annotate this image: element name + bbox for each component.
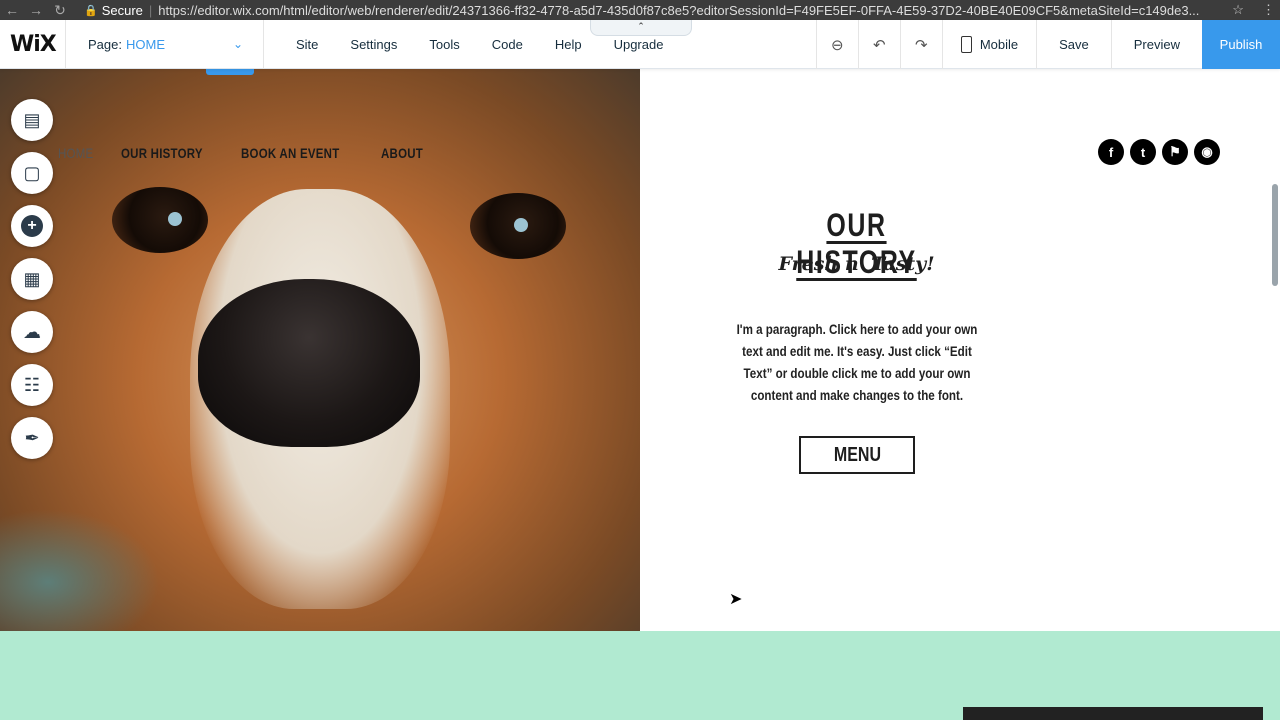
foursquare-icon[interactable]: ⚑: [1162, 139, 1188, 165]
preview-button[interactable]: Preview: [1110, 20, 1202, 69]
phone-icon: [960, 36, 972, 53]
pen-nib-icon: ✒: [24, 427, 40, 448]
add-button[interactable]: +: [11, 205, 53, 247]
dog-nose: [198, 279, 420, 447]
lock-icon: 🔒: [84, 4, 98, 17]
menu-tools[interactable]: Tools: [413, 37, 475, 52]
pages-icon: ▤: [23, 109, 41, 130]
menu-code[interactable]: Code: [476, 37, 539, 52]
zoom-out-icon[interactable]: ⊖: [815, 20, 858, 69]
undo-icon[interactable]: ↶: [857, 20, 900, 69]
content-column: f t ⚑ ◉ OUR HISTORY Fresh n' Tasty! I'm …: [640, 69, 1280, 631]
nav-home[interactable]: HOME: [58, 145, 93, 161]
menu-help[interactable]: Help: [539, 37, 598, 52]
nav-our-history[interactable]: OUR HISTORY: [121, 145, 203, 161]
left-tool-panel: ▤ ▢ + ▦ ☁ ☷ ✒: [11, 99, 53, 459]
nav-about[interactable]: ABOUT: [381, 145, 423, 161]
eye-glint-right: [514, 218, 528, 232]
apps-icon: ▦: [23, 268, 41, 289]
back-icon[interactable]: ←: [0, 2, 24, 18]
chevron-down-icon: ⌄: [232, 37, 243, 51]
twitter-icon[interactable]: t: [1130, 139, 1156, 165]
wix-logo[interactable]: WiX: [0, 19, 66, 69]
save-button[interactable]: Save: [1036, 20, 1111, 69]
menu-button-label: MENU: [833, 443, 881, 466]
calendar-icon: ☷: [23, 374, 41, 395]
cloud-upload-icon: ☁: [23, 321, 41, 342]
background-button[interactable]: ▢: [11, 152, 53, 194]
right-tools: ⊖ ↶ ↷ Mobile Save Preview Publish: [815, 20, 1280, 69]
page-value: HOME: [125, 36, 165, 52]
redo-icon[interactable]: ↷: [899, 20, 942, 69]
editor-top-bar: WiX Page: HOME ⌄ Site Settings Tools Cod…: [0, 19, 1280, 69]
browser-toolbar: ← → ↻ 🔒 Secure | https://editor.wix.com/…: [0, 0, 1280, 20]
background-icon: ▢: [23, 162, 41, 183]
add-apps-button[interactable]: ▦: [11, 258, 53, 300]
top-menu: Site Settings Tools Code Help Upgrade: [280, 37, 679, 52]
page-label: Page:: [88, 36, 122, 52]
bookmark-star-icon[interactable]: ☆: [1232, 2, 1244, 18]
browser-menu-icon[interactable]: ⋮: [1262, 2, 1275, 18]
section-handle[interactable]: [206, 69, 254, 75]
paragraph-text[interactable]: I'm a paragraph. Click here to add your …: [731, 319, 984, 407]
scrollbar[interactable]: [1272, 184, 1278, 286]
forward-icon[interactable]: →: [24, 2, 48, 18]
site-navigation: HOME OUR HISTORY BOOK AN EVENT ABOUT: [58, 145, 432, 161]
facebook-icon[interactable]: f: [1098, 139, 1124, 165]
editor-canvas[interactable]: HOME OUR HISTORY BOOK AN EVENT ABOUT ▤ ▢…: [0, 69, 1280, 720]
photo-background-detail: [0, 509, 160, 631]
collapse-toolbar-tab[interactable]: ⌃: [590, 20, 692, 36]
reload-icon[interactable]: ↻: [48, 2, 72, 19]
blog-button[interactable]: ✒: [11, 417, 53, 459]
separator: |: [148, 2, 153, 18]
instagram-icon[interactable]: ◉: [1194, 139, 1220, 165]
social-bar: f t ⚑ ◉: [1098, 139, 1220, 165]
publish-button[interactable]: Publish: [1202, 20, 1280, 69]
section-subtitle[interactable]: Fresh n' Tasty!: [740, 253, 973, 275]
menu-settings[interactable]: Settings: [334, 37, 413, 52]
media-upload-button[interactable]: ☁: [11, 311, 53, 353]
nav-book-an-event[interactable]: BOOK AN EVENT: [241, 145, 339, 161]
secure-label: Secure: [101, 2, 143, 18]
dog-eye-left: [112, 187, 208, 253]
plus-icon: +: [21, 215, 43, 237]
menu-button[interactable]: MENU: [799, 436, 915, 474]
address-bar[interactable]: https://editor.wix.com/html/editor/web/r…: [158, 3, 1218, 18]
page-selector[interactable]: Page: HOME ⌄: [66, 19, 264, 69]
bookings-button[interactable]: ☷: [11, 364, 53, 406]
pages-menu-button[interactable]: ▤: [11, 99, 53, 141]
eye-glint-left: [168, 212, 182, 226]
mobile-label: Mobile: [979, 37, 1019, 52]
chevron-up-icon: ⌃: [637, 21, 645, 31]
menu-site[interactable]: Site: [280, 37, 334, 52]
dark-element-edge[interactable]: [963, 707, 1263, 720]
menu-upgrade[interactable]: Upgrade: [598, 37, 680, 52]
mouse-cursor-icon: ➤: [729, 591, 743, 608]
mobile-button[interactable]: Mobile: [941, 20, 1036, 69]
